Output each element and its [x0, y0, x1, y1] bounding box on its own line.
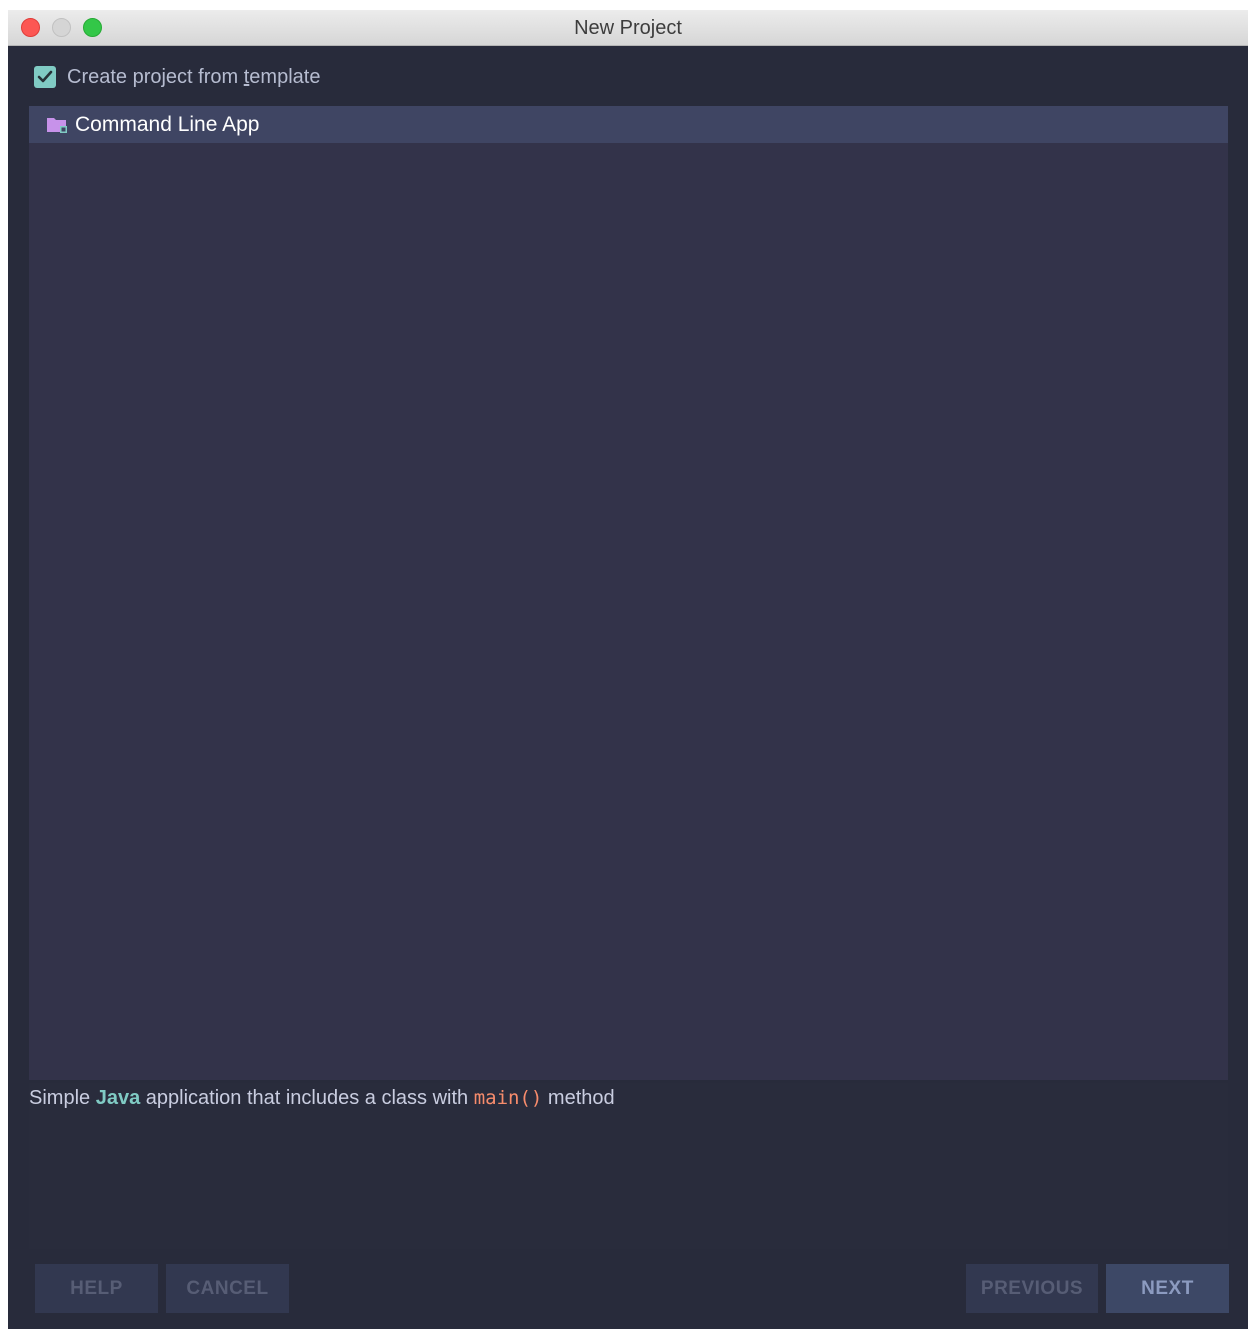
create-from-template-option[interactable]: Create project from template [34, 64, 320, 90]
list-item-command-line-app[interactable]: Command Line App [29, 106, 1228, 143]
help-button[interactable]: HELP [35, 1264, 158, 1313]
template-list[interactable]: Command Line App [29, 106, 1228, 1080]
new-project-dialog: New Project Create project from template… [8, 10, 1248, 1329]
description-main-method: main() [473, 1087, 543, 1109]
description-java-keyword: Java [95, 1087, 141, 1109]
list-item-label: Command Line App [75, 112, 260, 136]
description-text: Simple Java application that includes a … [29, 1087, 615, 1109]
next-button[interactable]: NEXT [1106, 1264, 1229, 1313]
template-description: Simple Java application that includes a … [29, 1083, 1228, 1249]
checkmark-icon [37, 70, 53, 83]
title-bar[interactable]: New Project [8, 10, 1248, 46]
create-from-template-label[interactable]: Create project from template [67, 66, 320, 89]
create-from-template-checkbox[interactable] [34, 66, 56, 88]
window-title: New Project [574, 17, 682, 39]
cancel-button[interactable]: CANCEL [166, 1264, 289, 1313]
previous-button[interactable]: PREVIOUS [966, 1264, 1098, 1313]
folder-icon [46, 115, 70, 135]
